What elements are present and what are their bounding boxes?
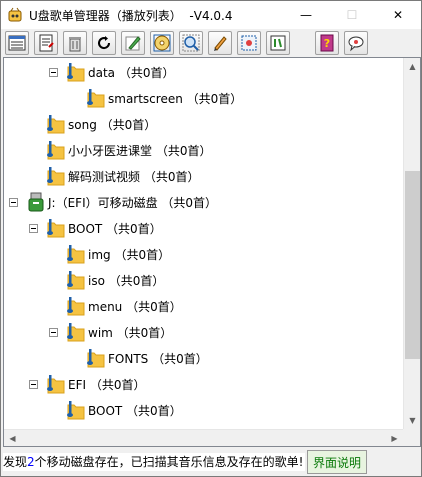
close-icon: ✕	[392, 8, 404, 22]
status-text: 个移动磁盘存在，已扫描其音乐信息及存在的歌单!	[34, 455, 304, 469]
music-disk-icon	[153, 34, 171, 52]
tree-node-label: iso （共0首）	[88, 273, 165, 288]
tree-node[interactable]: FONTS （共0首）	[86, 345, 208, 371]
tree-node[interactable]: song （共0首）	[46, 111, 156, 137]
tree-node-label: menu （共0首）	[88, 299, 182, 314]
tree-node[interactable]: wim （共0首）	[66, 319, 172, 345]
select-area-button[interactable]	[237, 31, 261, 55]
music-folder-icon	[47, 115, 65, 134]
pencil-edit-icon	[125, 36, 141, 51]
tree-node-label: data （共0首）	[88, 65, 175, 80]
tree-node[interactable]: img （共0首）	[66, 241, 170, 267]
scan-icon	[182, 34, 200, 52]
collapse-toggle[interactable]	[49, 68, 58, 77]
list-view-icon	[8, 35, 26, 51]
edit-document-button[interactable]	[34, 31, 58, 55]
tree-node[interactable]: EFI （共0首）	[46, 371, 145, 397]
script-button[interactable]	[266, 31, 290, 55]
svg-text:?: ?	[324, 37, 330, 50]
tree-node-label: J:（EFI）可移动磁盘 （共0首）	[48, 195, 218, 210]
refresh-icon	[98, 36, 111, 50]
music-folder-icon	[87, 349, 105, 368]
script-icon	[270, 35, 286, 51]
music-folder-icon	[47, 219, 65, 238]
status-bar: 发现2个移动磁盘存在，已扫描其音乐信息及存在的歌单! 界面说明	[1, 448, 421, 476]
app-window: U盘歌单管理器（播放列表） -V4.0.4 — ☐ ✕ ? data （共0首）…	[0, 0, 422, 477]
help-book-icon: ?	[320, 34, 334, 52]
minimize-button[interactable]: —	[283, 1, 329, 29]
tree-node-label: FONTS （共0首）	[108, 351, 208, 366]
tree-node[interactable]: BOOT （共0首）	[46, 215, 162, 241]
title-bar: U盘歌单管理器（播放列表） -V4.0.4 — ☐ ✕	[1, 1, 421, 29]
tree-node[interactable]: 小小牙医进课堂 （共0首）	[46, 137, 211, 163]
music-folder-icon	[67, 297, 85, 316]
draw-button[interactable]	[208, 31, 232, 55]
tree-node[interactable]: BOOT （共0首）	[66, 397, 182, 423]
tree-node[interactable]: menu （共0首）	[66, 293, 182, 319]
status-message: 发现2个移动磁盘存在，已扫描其音乐信息及存在的歌单!	[3, 453, 305, 471]
tree-node-label: wim （共0首）	[88, 325, 173, 340]
music-folder-icon	[47, 141, 65, 160]
list-view-button[interactable]	[5, 31, 29, 55]
collapse-toggle[interactable]	[49, 328, 58, 337]
status-count: 2	[27, 455, 35, 469]
tree-node-drive[interactable]: J:（EFI）可移动磁盘 （共0首）	[26, 189, 217, 215]
pencil-edit-button[interactable]	[121, 31, 145, 55]
scan-button[interactable]	[179, 31, 203, 55]
tree-node[interactable]: iso （共0首）	[66, 267, 164, 293]
vertical-scroll-thumb[interactable]	[405, 171, 420, 359]
music-folder-icon	[67, 323, 85, 342]
collapse-toggle[interactable]	[29, 224, 38, 233]
app-logo-icon	[8, 7, 22, 22]
collapse-toggle[interactable]	[9, 198, 18, 207]
delete-button[interactable]	[63, 31, 87, 55]
status-prefix: 发现	[3, 455, 28, 469]
chat-icon	[348, 36, 364, 52]
chat-button[interactable]	[344, 31, 368, 55]
tree-node-label: BOOT （共0首）	[88, 403, 182, 418]
folder-tree[interactable]: data （共0首） smartscreen （共0首） song （共0首） …	[3, 57, 421, 447]
scroll-right-arrow-icon[interactable]: ▶	[386, 430, 403, 446]
minimize-icon: —	[300, 8, 312, 22]
maximize-button[interactable]: ☐	[329, 1, 375, 29]
music-folder-icon	[67, 271, 85, 290]
edit-document-icon	[39, 34, 54, 52]
select-area-icon	[241, 35, 257, 51]
tree-node-label: smartscreen （共0首）	[108, 91, 243, 106]
tree-node-label: img （共0首）	[88, 247, 171, 262]
tree-node-label: song （共0首）	[68, 117, 157, 132]
music-folder-icon	[67, 245, 85, 264]
vertical-scrollbar[interactable]: ▲ ▼	[403, 58, 420, 429]
scroll-left-arrow-icon[interactable]: ◀	[4, 430, 21, 446]
tree-node-label: EFI （共0首）	[68, 377, 146, 392]
scroll-down-arrow-icon[interactable]: ▼	[404, 412, 420, 429]
music-disk-button[interactable]	[150, 31, 174, 55]
music-folder-icon	[67, 63, 85, 82]
trash-icon	[69, 37, 81, 52]
tree-node-label: 解码测试视频 （共0首）	[68, 169, 200, 184]
scroll-up-arrow-icon[interactable]: ▲	[404, 58, 420, 75]
tree-node-label: BOOT （共0首）	[68, 221, 162, 236]
tree-node[interactable]: 解码测试视频 （共0首）	[46, 163, 199, 189]
tree-node[interactable]: smartscreen （共0首）	[86, 85, 242, 111]
maximize-icon: ☐	[346, 8, 358, 22]
horizontal-scrollbar[interactable]: ◀ ▶	[4, 429, 403, 446]
usb-drive-icon	[28, 192, 44, 212]
music-folder-icon	[87, 89, 105, 108]
window-title: U盘歌单管理器（播放列表） -V4.0.4	[29, 9, 233, 23]
toolbar: ?	[1, 29, 421, 57]
music-folder-icon	[47, 375, 65, 394]
tree-node[interactable]: data （共0首）	[66, 59, 174, 85]
draw-icon	[214, 36, 227, 51]
refresh-button[interactable]	[92, 31, 116, 55]
music-folder-icon	[67, 401, 85, 420]
music-folder-icon	[47, 167, 65, 186]
tree-node-label: 小小牙医进课堂 （共0首）	[68, 143, 212, 158]
close-button[interactable]: ✕	[375, 1, 421, 29]
collapse-toggle[interactable]	[29, 380, 38, 389]
help-book-button[interactable]: ?	[315, 31, 339, 55]
help-button[interactable]: 界面说明	[307, 450, 367, 474]
scrollbar-corner	[403, 429, 420, 446]
